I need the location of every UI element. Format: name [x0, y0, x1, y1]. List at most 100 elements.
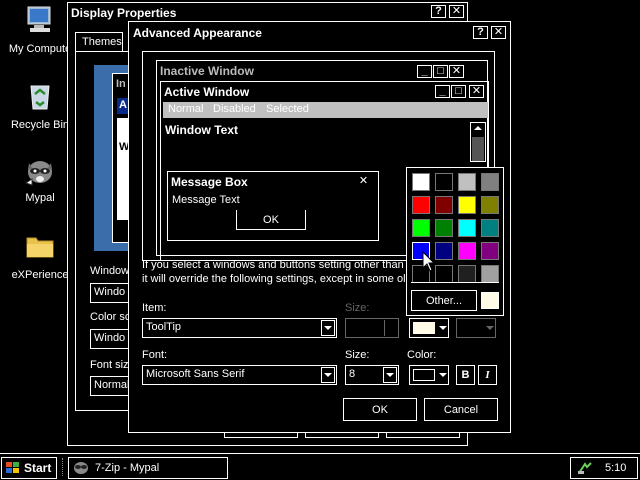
color-swatch[interactable] [458, 196, 476, 214]
color-swatch[interactable] [435, 242, 453, 260]
window-label: Window [90, 265, 130, 277]
ok-button[interactable]: OK [343, 398, 417, 421]
title-bar[interactable]: Advanced Appearance ? ✕ [129, 22, 510, 44]
color-swatch[interactable] [435, 219, 453, 237]
item-combo[interactable]: ToolTip [142, 318, 337, 338]
color-swatch[interactable] [481, 242, 499, 260]
message-box-ok-button[interactable]: OK [236, 210, 306, 230]
taskbar-separator [62, 458, 65, 476]
menu-disabled: Disabled [213, 103, 256, 115]
color-swatch[interactable] [481, 219, 499, 237]
title-bar[interactable]: Display Properties ? ✕ [68, 3, 467, 23]
color-swatch[interactable] [412, 173, 430, 191]
window-combo[interactable]: Windo [90, 283, 130, 303]
menu-normal: Normal [168, 103, 204, 115]
underlying-button-edge [305, 433, 379, 438]
cancel-button[interactable]: Cancel [424, 398, 498, 421]
taskbar: Start 7-Zip - Mypal 5:10 [0, 453, 640, 480]
size-spinner-disabled[interactable] [345, 318, 399, 338]
menu-selected: Selected [266, 103, 309, 115]
color-picker-popup[interactable]: Other... [406, 167, 504, 316]
divider [411, 282, 499, 283]
color-swatch[interactable] [458, 242, 476, 260]
bold-button[interactable]: B [456, 365, 475, 385]
help-button[interactable]: ? [431, 5, 446, 18]
preview-fragment: In [116, 78, 126, 90]
dialog-title: Advanced Appearance [133, 26, 262, 40]
font-color-button[interactable] [409, 365, 449, 385]
preview-message-box[interactable]: Message Box ✕ Message Text OK [167, 171, 379, 241]
color-scheme-combo[interactable]: Windo [90, 329, 130, 349]
item-color2-button-disabled[interactable] [456, 318, 496, 338]
combo-value: Windo [94, 332, 126, 344]
preview-scrollbar [470, 122, 486, 162]
color-swatch[interactable] [458, 265, 476, 283]
font-combo[interactable]: Microsoft Sans Serif [142, 365, 337, 385]
size-combo[interactable]: 8 [345, 365, 399, 385]
close-icon: ✕ [469, 85, 484, 98]
chevron-down-icon [321, 320, 335, 336]
folder-icon [26, 237, 54, 258]
size-label: Size: [345, 349, 370, 361]
tab-label: Themes [82, 36, 122, 48]
start-label: Start [24, 461, 52, 475]
scroll-up-icon [474, 126, 482, 130]
maximize-icon: □ [451, 85, 466, 98]
help-button[interactable]: ? [473, 26, 488, 39]
close-icon: ✕ [356, 176, 371, 189]
color-swatch[interactable] [412, 219, 430, 237]
chevron-down-icon [486, 326, 494, 330]
color-swatch[interactable] [435, 173, 453, 191]
tab-themes[interactable]: Themes [75, 32, 123, 52]
maximize-icon: □ [433, 65, 448, 78]
clock[interactable]: 5:10 [605, 462, 626, 474]
other-color-button[interactable]: Other... [411, 290, 477, 311]
color-swatch[interactable] [435, 196, 453, 214]
item-color-button[interactable] [409, 318, 449, 338]
color-swatch[interactable] [481, 196, 499, 214]
color-swatch[interactable] [481, 265, 499, 283]
font-size-combo[interactable]: Normal [90, 376, 130, 396]
underlying-button-edge [224, 433, 298, 438]
item-value: ToolTip [146, 321, 182, 333]
mouse-cursor-icon [422, 251, 436, 272]
chevron-down-icon [439, 326, 447, 330]
font-value: Microsoft Sans Serif [146, 368, 245, 380]
color-swatch[interactable] [412, 196, 430, 214]
spinner-arrows-icon [384, 320, 397, 336]
close-button[interactable]: ✕ [449, 5, 464, 18]
color-scheme-label: Color sc [90, 311, 131, 323]
current-color-preview [481, 292, 499, 309]
combo-value: Normal [94, 379, 130, 391]
preview-menu-bar: Normal Disabled Selected [163, 102, 488, 118]
color-swatch[interactable] [458, 173, 476, 191]
minimize-icon: _ [417, 65, 432, 78]
close-button[interactable]: ✕ [491, 26, 506, 39]
taskbar-task-7zip-mypal[interactable]: 7-Zip - Mypal [68, 457, 228, 479]
scroll-thumb [472, 137, 484, 161]
start-button[interactable]: Start [1, 457, 57, 479]
color-preview [413, 322, 435, 334]
close-icon: ✕ [449, 65, 464, 78]
color-swatch[interactable] [458, 219, 476, 237]
recycle-bin-icon [30, 85, 50, 110]
chevron-down-icon [439, 373, 447, 377]
chevron-down-icon [383, 367, 397, 383]
windows-logo-icon [6, 462, 19, 473]
color-preview [413, 369, 435, 381]
minimize-icon: _ [435, 85, 450, 98]
raccoon-icon [24, 161, 52, 186]
message-box-title: Message Box [171, 175, 248, 189]
italic-button[interactable]: I [478, 365, 497, 385]
color-swatch[interactable] [481, 173, 499, 191]
color-swatch[interactable] [435, 265, 453, 283]
task-label: 7-Zip - Mypal [95, 462, 160, 474]
item-label: Item: [142, 302, 167, 314]
font-label: Font: [142, 349, 168, 361]
size-value: 8 [349, 368, 356, 380]
tray-network-icon[interactable] [577, 461, 593, 475]
description-line-2: it will override the following settings,… [142, 273, 406, 285]
raccoon-icon [74, 462, 88, 474]
size-label-disabled: Size: [345, 302, 370, 314]
window-text: Window Text [165, 123, 238, 137]
